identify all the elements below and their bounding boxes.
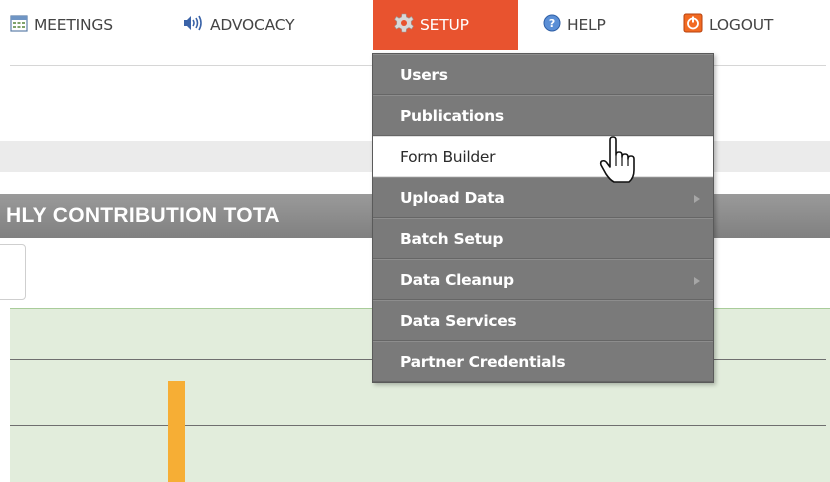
filter-input[interactable] [0,244,26,300]
nav-advocacy-label: ADVOCACY [210,16,295,34]
menu-item-form-builder[interactable]: Form Builder [373,136,713,177]
menu-item-publications[interactable]: Publications [373,95,713,136]
menu-item-users[interactable]: Users [373,54,713,95]
menu-item-label: Upload Data [400,189,505,207]
menu-item-label: Data Services [400,312,517,330]
setup-dropdown-menu: Users Publications Form Builder Upload D… [372,53,714,383]
nav-advocacy[interactable]: ADVOCACY [182,0,295,50]
nav-logout-label: LOGOUT [709,16,774,34]
hand-pointer-cursor-icon [598,136,642,194]
menu-item-upload-data[interactable]: Upload Data [373,177,713,218]
nav-help[interactable]: ? HELP [543,0,606,50]
menu-item-data-services[interactable]: Data Services [373,300,713,341]
svg-text:?: ? [549,17,555,30]
gear-icon [394,13,414,37]
power-icon [683,13,703,37]
help-icon: ? [543,14,561,36]
menu-item-label: Data Cleanup [400,271,514,289]
nav-meetings-label: MEETINGS [34,16,113,34]
menu-item-label: Publications [400,107,504,125]
nav-setup[interactable]: SETUP [373,0,518,50]
chart-gridline [10,425,826,426]
nav-setup-label: SETUP [420,16,469,34]
calendar-icon [10,14,28,36]
menu-item-label: Batch Setup [400,230,504,248]
menu-item-label: Form Builder [400,148,496,166]
menu-item-partner-credentials[interactable]: Partner Credentials [373,341,713,382]
top-navigation: MEETINGS ADVOCACY SETUP ? HELP LOGOUT [0,0,830,50]
menu-item-label: Users [400,66,448,84]
section-title: HLY CONTRIBUTION TOTA [6,204,280,227]
chart-bar [168,381,185,482]
submenu-arrow-icon [694,277,700,285]
speaker-icon [182,14,204,36]
submenu-arrow-icon [694,195,700,203]
menu-item-label: Partner Credentials [400,353,566,371]
menu-item-batch-setup[interactable]: Batch Setup [373,218,713,259]
nav-meetings[interactable]: MEETINGS [10,0,113,50]
nav-logout[interactable]: LOGOUT [683,0,773,50]
nav-help-label: HELP [567,16,606,34]
menu-item-data-cleanup[interactable]: Data Cleanup [373,259,713,300]
